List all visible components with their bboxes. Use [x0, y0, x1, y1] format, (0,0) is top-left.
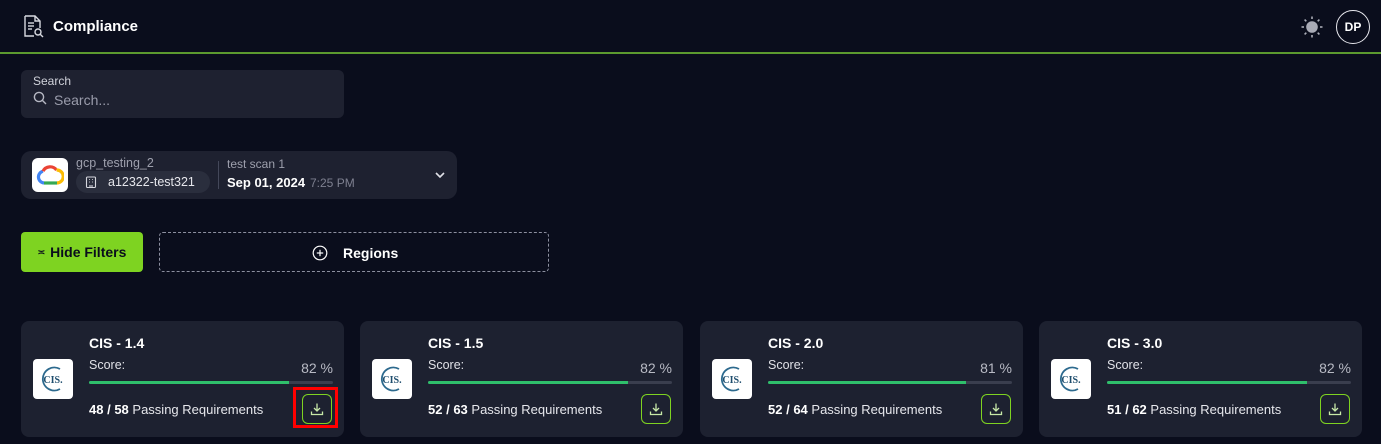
score-percent: 82 % — [301, 360, 333, 376]
passing-requirements: 48 / 58 Passing Requirements — [89, 402, 264, 417]
score-percent: 82 % — [640, 360, 672, 376]
cis-logo-icon: CIS. — [33, 359, 73, 399]
user-avatar[interactable]: DP — [1336, 10, 1370, 44]
score-bar — [1107, 381, 1351, 384]
chevron-down-icon[interactable] — [433, 169, 447, 181]
plus-circle-icon — [312, 245, 328, 261]
account-id: a12322-test321 — [108, 175, 195, 189]
score-percent: 82 % — [1319, 360, 1351, 376]
compliance-card[interactable]: CIS. CIS - 1.5 Score: 82 % 52 / 63 Passi… — [360, 321, 683, 437]
cis-logo-icon: CIS. — [1051, 359, 1091, 399]
svg-text:CIS.: CIS. — [382, 375, 402, 386]
hide-filters-button[interactable]: ≍ Hide Filters — [21, 232, 143, 272]
cis-logo-icon: CIS. — [712, 359, 752, 399]
score-bar — [89, 381, 333, 384]
selector-divider — [218, 161, 219, 189]
card-title: CIS - 2.0 — [768, 335, 824, 351]
cis-logo-icon: CIS. — [372, 359, 412, 399]
svg-text:CIS.: CIS. — [1061, 375, 1081, 386]
download-icon — [989, 403, 1003, 416]
download-icon — [310, 403, 324, 416]
download-icon — [1328, 403, 1342, 416]
passing-requirements: 51 / 62 Passing Requirements — [1107, 402, 1282, 417]
regions-filter-button[interactable]: Regions — [159, 232, 549, 272]
compliance-card[interactable]: CIS. CIS - 1.4 Score: 82 % 48 / 58 Passi… — [21, 321, 344, 437]
filter-lines-icon: ≍ — [37, 246, 46, 257]
compliance-report-icon — [24, 15, 44, 38]
search-icon — [33, 91, 47, 105]
account-scan-selector[interactable]: gcp_testing_2 a12322-test321 test scan 1… — [21, 151, 457, 199]
regions-label: Regions — [343, 245, 399, 261]
search-input[interactable] — [54, 90, 334, 110]
svg-text:CIS.: CIS. — [43, 375, 63, 386]
passing-requirements: 52 / 64 Passing Requirements — [768, 402, 943, 417]
score-percent: 81 % — [980, 360, 1012, 376]
compliance-card[interactable]: CIS. CIS - 2.0 Score: 81 % 52 / 64 Passi… — [700, 321, 1023, 437]
download-button[interactable] — [302, 394, 332, 424]
top-bar: Compliance DP — [0, 0, 1381, 54]
google-cloud-icon — [32, 158, 68, 192]
scan-name: test scan 1 — [227, 157, 286, 171]
app-title: Compliance — [53, 18, 139, 35]
score-label: Score: — [768, 358, 805, 372]
card-title: CIS - 3.0 — [1107, 335, 1163, 351]
download-button[interactable] — [981, 394, 1011, 424]
score-bar-fill — [768, 381, 966, 384]
download-button[interactable] — [1320, 394, 1350, 424]
search-box[interactable]: Search — [21, 70, 344, 118]
score-bar-fill — [428, 381, 629, 384]
score-label: Score: — [428, 358, 465, 372]
passing-requirements: 52 / 63 Passing Requirements — [428, 402, 603, 417]
building-icon — [85, 176, 97, 188]
score-label: Score: — [89, 358, 126, 372]
svg-text:CIS.: CIS. — [722, 375, 742, 386]
score-label: Score: — [1107, 358, 1144, 372]
score-bar-fill — [1107, 381, 1308, 384]
scan-date: Sep 01, 2024 — [227, 175, 306, 190]
account-name: gcp_testing_2 — [76, 156, 154, 170]
compliance-card[interactable]: CIS. CIS - 3.0 Score: 82 % 51 / 62 Passi… — [1039, 321, 1362, 437]
card-title: CIS - 1.4 — [89, 335, 145, 351]
search-label: Search — [33, 74, 72, 88]
account-id-chip: a12322-test321 — [76, 171, 210, 193]
score-bar-fill — [89, 381, 290, 384]
download-button[interactable] — [641, 394, 671, 424]
sun-icon[interactable] — [1300, 15, 1324, 39]
score-bar — [428, 381, 672, 384]
score-bar — [768, 381, 1012, 384]
scan-time: 7:25 PM — [310, 176, 355, 190]
card-title: CIS - 1.5 — [428, 335, 484, 351]
hide-filters-label: Hide Filters — [50, 244, 127, 260]
download-icon — [649, 403, 663, 416]
